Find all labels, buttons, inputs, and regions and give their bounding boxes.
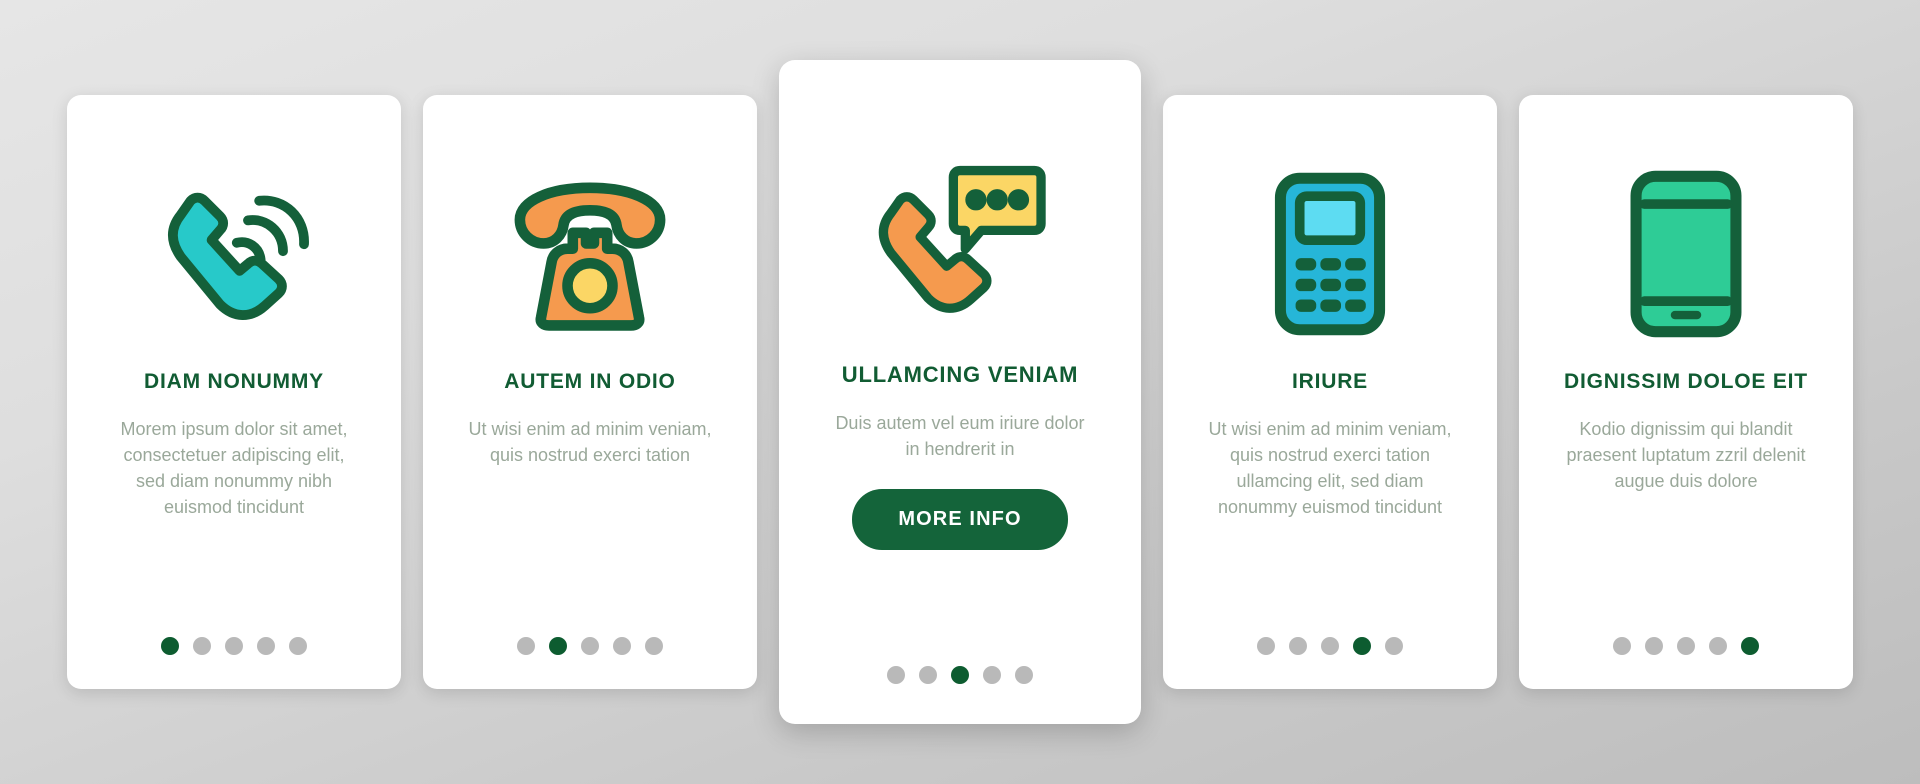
pagination-dot[interactable]: [193, 637, 211, 655]
pagination-dots[interactable]: [1257, 637, 1403, 655]
pagination-dot[interactable]: [581, 637, 599, 655]
card-title: DIAM NONUMMY: [144, 370, 324, 393]
card-title: IRIURE: [1292, 370, 1368, 393]
pagination-dot[interactable]: [1677, 637, 1695, 655]
retro-rotary-phone-icon: [449, 139, 731, 369]
pagination-dot[interactable]: [645, 637, 663, 655]
pagination-dot[interactable]: [1289, 637, 1307, 655]
pagination-dot[interactable]: [1321, 637, 1339, 655]
pagination-dot[interactable]: [549, 637, 567, 655]
onboarding-card-1[interactable]: DIAM NONUMMY Morem ipsum dolor sit amet,…: [67, 95, 401, 689]
pagination-dot[interactable]: [1015, 666, 1033, 684]
smartphone-icon: [1545, 139, 1827, 369]
onboarding-card-5[interactable]: DIGNISSIM DOLOE EIT Kodio dignissim qui …: [1519, 95, 1853, 689]
onboarding-card-4[interactable]: IRIURE Ut wisi enim ad minim veniam, qui…: [1163, 95, 1497, 689]
pagination-dot[interactable]: [517, 637, 535, 655]
pagination-dots[interactable]: [887, 666, 1033, 684]
more-info-button[interactable]: MORE INFO: [852, 488, 1068, 550]
pagination-dot[interactable]: [1709, 637, 1727, 655]
pagination-dots[interactable]: [517, 637, 663, 655]
pagination-dot[interactable]: [613, 637, 631, 655]
pagination-dot[interactable]: [1645, 637, 1663, 655]
pagination-dot[interactable]: [1385, 637, 1403, 655]
pagination-dot[interactable]: [257, 637, 275, 655]
card-body: Ut wisi enim ad minim veniam, quis nostr…: [1208, 419, 1452, 518]
pagination-dot[interactable]: [1741, 637, 1759, 655]
onboarding-card-2[interactable]: AUTEM IN ODIO Ut wisi enim ad minim veni…: [423, 95, 757, 689]
card-title: ULLAMCING VENIAM: [841, 362, 1079, 387]
card-body: Kodio dignissim qui blandit praesent lup…: [1566, 419, 1806, 492]
phone-handset-ringing-icon: [93, 139, 375, 369]
card-title: DIGNISSIM DOLOE EIT: [1564, 370, 1808, 393]
card-body: Duis autem vel eum iriure dolor in hendr…: [835, 413, 1085, 460]
pagination-dot[interactable]: [1257, 637, 1275, 655]
pagination-dots[interactable]: [161, 637, 307, 655]
pagination-dot[interactable]: [161, 637, 179, 655]
card-body: Ut wisi enim ad minim veniam, quis nostr…: [468, 419, 712, 466]
pagination-dots[interactable]: [1613, 637, 1759, 655]
pagination-dot[interactable]: [983, 666, 1001, 684]
pagination-dot[interactable]: [289, 637, 307, 655]
pagination-dot[interactable]: [1613, 637, 1631, 655]
pagination-dot[interactable]: [951, 666, 969, 684]
pagination-dot[interactable]: [919, 666, 937, 684]
card-body: Morem ipsum dolor sit amet, consectetuer…: [120, 419, 348, 518]
pagination-dot[interactable]: [1353, 637, 1371, 655]
card-title: AUTEM IN ODIO: [504, 370, 676, 393]
phone-chat-bubble-icon: [809, 112, 1111, 362]
pagination-dot[interactable]: [887, 666, 905, 684]
feature-phone-keypad-icon: [1189, 139, 1471, 369]
onboarding-card-3-featured[interactable]: ULLAMCING VENIAM Duis autem vel eum iriu…: [779, 60, 1141, 724]
pagination-dot[interactable]: [225, 637, 243, 655]
onboarding-screens-container: DIAM NONUMMY Morem ipsum dolor sit amet,…: [0, 0, 1920, 784]
